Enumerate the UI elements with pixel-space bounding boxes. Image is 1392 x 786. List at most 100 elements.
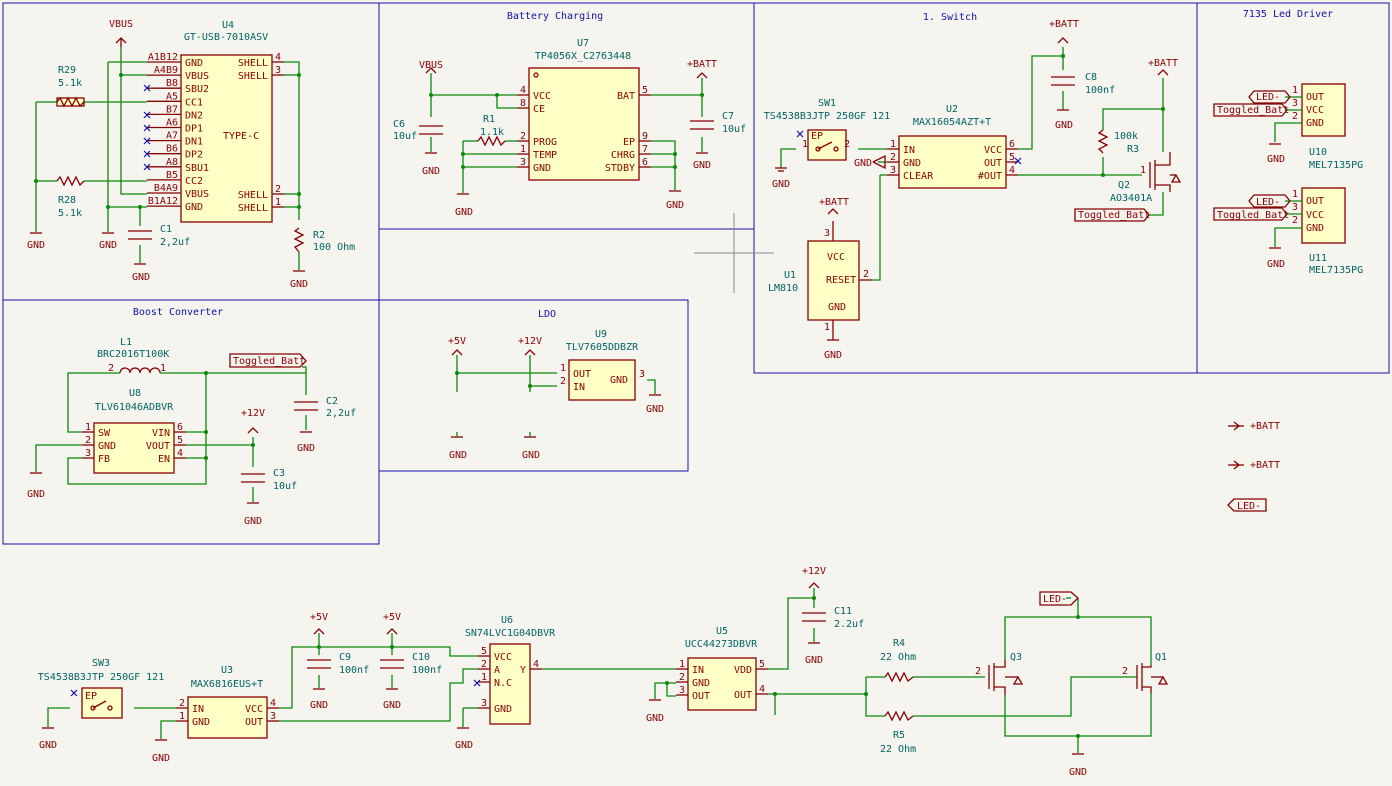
- svg-text:U2: U2: [946, 104, 958, 115]
- pin-number: 4: [275, 52, 281, 63]
- svg-text:22 Ohm: 22 Ohm: [880, 744, 916, 755]
- pin-name: N.C: [494, 678, 512, 689]
- pin-name: CLEAR: [903, 171, 934, 182]
- r1-resistor[interactable]: R1 1.1k: [477, 114, 506, 147]
- led-minus-label-bottom: LED-: [1039, 591, 1079, 606]
- pin-number: 5: [481, 646, 487, 657]
- svg-text:1: 1: [1140, 165, 1146, 176]
- svg-text:TLV61046ADBVR: TLV61046ADBVR: [95, 402, 174, 413]
- svg-text:L1: L1: [120, 337, 132, 348]
- svg-text:1: 1: [802, 139, 808, 150]
- svg-text:GND: GND: [39, 740, 57, 751]
- c2-capacitor[interactable]: C2 2,2uf GND: [294, 396, 356, 454]
- svg-text:+5V: +5V: [383, 612, 401, 623]
- pin-number: 5: [1009, 152, 1015, 163]
- q1-mosfet[interactable]: 2 Q1: [1122, 652, 1169, 693]
- svg-text:C2: C2: [326, 396, 338, 407]
- svg-text:MEL7135PG: MEL7135PG: [1309, 265, 1363, 276]
- svg-text:R5: R5: [893, 730, 905, 741]
- u1-reset-ic[interactable]: VCC RESET GND 3 2 1 U1 LM810 GND: [768, 221, 872, 361]
- svg-text:BRC2016T100K: BRC2016T100K: [97, 349, 169, 360]
- svg-text:3: 3: [639, 369, 645, 380]
- svg-text:GND: GND: [824, 350, 842, 361]
- c3-capacitor[interactable]: C3 10uf GND: [241, 468, 297, 527]
- svg-text:2.2uf: 2.2uf: [834, 619, 864, 630]
- svg-text:C9: C9: [339, 652, 351, 663]
- c8-capacitor[interactable]: C8 100nf GND: [1051, 72, 1115, 131]
- svg-text:1: 1: [824, 322, 830, 333]
- pin-number: 4: [520, 85, 526, 96]
- c7-capacitor[interactable]: C7 10uf: [690, 111, 746, 135]
- svg-text:GND: GND: [805, 655, 823, 666]
- c9-capacitor[interactable]: C9 100nf: [307, 652, 369, 676]
- svg-text:MAX6816EUS+T: MAX6816EUS+T: [191, 679, 263, 690]
- pin-number: 4: [533, 659, 539, 670]
- u7-charger-ic[interactable]: U7 TP4056X_C2763448 4 VCC 8 CE 2 PROG 1 TEMP 3 GN…: [517, 38, 651, 181]
- svg-text:OUT: OUT: [1306, 196, 1324, 207]
- pin-name: VCC: [533, 91, 551, 102]
- pin-number: A6: [166, 118, 178, 129]
- svg-text:2: 2: [975, 666, 981, 677]
- u9-ldo-ic[interactable]: U9 TLV7605DDBZR OUT IN GND 1 2 3: [560, 329, 645, 401]
- svg-text:Q2: Q2: [1118, 180, 1130, 191]
- svg-text:SN74LVC1G04DBVR: SN74LVC1G04DBVR: [465, 628, 556, 639]
- c1-capacitor[interactable]: C1 2,2uf: [128, 224, 190, 248]
- q2-pmos[interactable]: 1 Q2 AO3401A: [1110, 152, 1182, 204]
- schematic-canvas[interactable]: .w{stroke:#0a8a0a;stroke-width:1.3;fill:…: [0, 0, 1392, 786]
- pin-name: GND: [98, 441, 116, 452]
- svg-text:VCC: VCC: [1306, 210, 1324, 221]
- svg-text:GND: GND: [828, 302, 846, 313]
- r3-resistor[interactable]: 100k R3: [1097, 129, 1139, 155]
- r2-resistor[interactable]: R2 100 Ohm: [293, 227, 355, 253]
- battery-section-title: Battery Charging: [507, 11, 603, 22]
- pin-name: DP1: [185, 124, 203, 135]
- r5-resistor[interactable]: R5 22 Ohm: [880, 710, 916, 755]
- c10-capacitor[interactable]: C10 100nf: [380, 652, 442, 676]
- svg-text:VCC: VCC: [1306, 105, 1324, 116]
- svg-text:GND: GND: [449, 450, 467, 461]
- svg-text:100nf: 100nf: [1085, 85, 1115, 96]
- pin-name: SHELL: [238, 71, 268, 82]
- u5-gate-driver-ic[interactable]: U5 UCC44273DBVR 1 IN 2 GND 3 OUT 5 VDD 4 OUT: [676, 626, 768, 711]
- u3-debounce-ic[interactable]: U3 MAX6816EUS+T 2 IN 1 GND 4 VCC 3 OUT: [176, 665, 279, 739]
- pin-number: B1A12: [148, 196, 178, 207]
- pin-name: TEMP: [533, 150, 557, 161]
- r28-resistor[interactable]: R28 5.1k: [56, 175, 85, 219]
- u11-led-driver[interactable]: OUT VCC GND 1 3 2 U11 MEL7135PG: [1292, 187, 1363, 276]
- svg-text:1: 1: [560, 363, 566, 374]
- pin-number: B6: [166, 144, 178, 155]
- svg-text:1: 1: [1292, 189, 1298, 200]
- svg-text:22 Ohm: 22 Ohm: [880, 652, 916, 663]
- pin-name: FB: [98, 454, 110, 465]
- q3-mosfet[interactable]: 2 Q3: [975, 652, 1024, 695]
- svg-text:1.1k: 1.1k: [480, 127, 504, 138]
- svg-text:+5V: +5V: [310, 612, 328, 623]
- svg-text:GND: GND: [1055, 120, 1073, 131]
- svg-text:VBUS: VBUS: [109, 19, 133, 30]
- c6-capacitor[interactable]: C6 10uf: [393, 119, 443, 142]
- pin-number: 1: [275, 197, 281, 208]
- svg-text:GND: GND: [455, 207, 473, 218]
- sw1-switch[interactable]: EP SW1 TS4538B3JTP 250GF 121 1 2: [764, 98, 890, 161]
- u2-debounce-ic[interactable]: U2 MAX16054AZT+T 1 IN 2 GND 3 CLEAR 6 VCC 5 OUT 4…: [887, 104, 1022, 189]
- u8-boost-ic[interactable]: U8 TLV61046ADBVR 1 SW 2 GND 3 FB 6 VIN 5 VOUT 4 EN: [82, 388, 186, 474]
- svg-text:MAX16054AZT+T: MAX16054AZT+T: [913, 117, 991, 128]
- u10-led-driver[interactable]: OUT VCC GND 1 3 2 U10 MEL7135PG: [1292, 83, 1363, 171]
- svg-text:LED-: LED-: [1256, 92, 1280, 103]
- svg-text:EP: EP: [811, 131, 823, 142]
- r4-resistor[interactable]: R4 22 Ohm: [880, 638, 916, 683]
- pin-number: 1: [679, 659, 685, 670]
- r29-resistor[interactable]: R29 5.1k: [56, 65, 85, 108]
- pin-number: 2: [520, 131, 526, 142]
- u4-usb-connector[interactable]: U4 GT-USB-7010ASV TYPE-C A1B12 GND A4B9 VBU…: [147, 20, 284, 223]
- pin-name: EP: [623, 137, 635, 148]
- pin-number: 8: [520, 98, 526, 109]
- c11-capacitor[interactable]: C11 2.2uf: [802, 606, 864, 630]
- svg-text:EP: EP: [85, 691, 97, 702]
- svg-text:GND: GND: [646, 713, 664, 724]
- l1-inductor[interactable]: L1 BRC2016T100K 21: [97, 337, 169, 374]
- sw3-switch[interactable]: EP SW3 TS4538B3JTP 250GF 121: [38, 658, 164, 719]
- pin-name: SHELL: [238, 58, 268, 69]
- svg-text:VCC: VCC: [827, 252, 845, 263]
- svg-text:IN: IN: [573, 382, 585, 393]
